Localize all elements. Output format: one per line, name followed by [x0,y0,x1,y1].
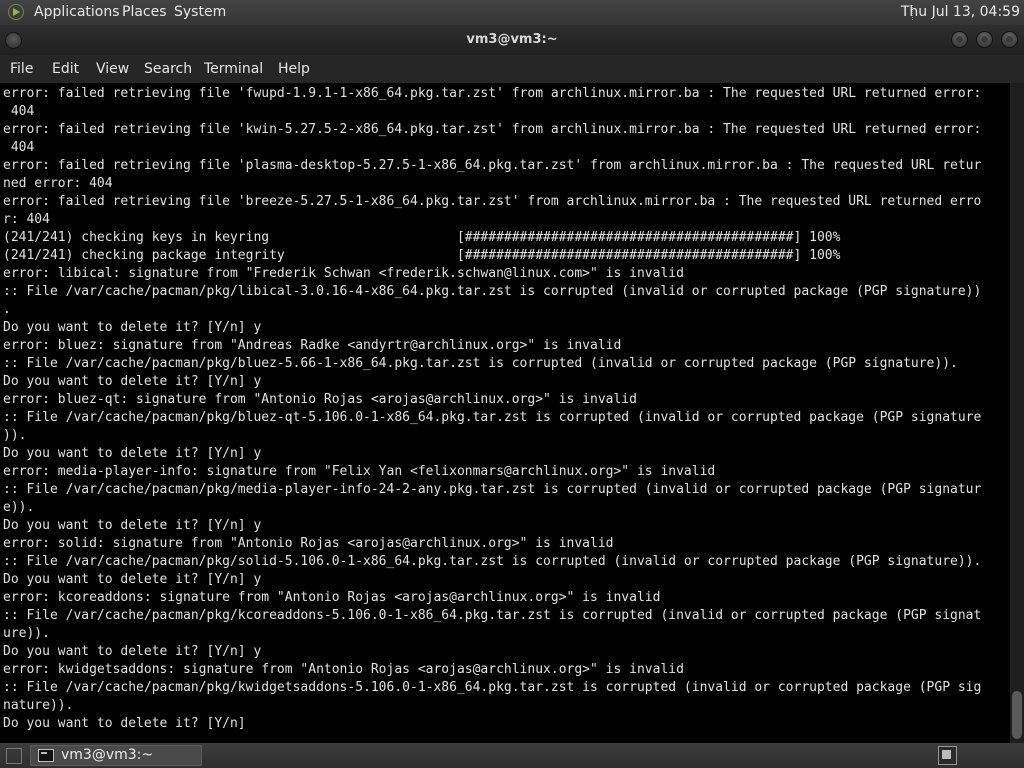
workspace-switcher-icon[interactable] [938,746,957,765]
terminal-scrollbar[interactable] [1010,83,1024,743]
bottom-panel: vm3@vm3:~ [0,743,1024,768]
top-panel: Applications Places System Thu Jul 13, 0… [0,0,1024,25]
menu-help[interactable]: Help [278,55,310,83]
window-title: vm3@vm3:~ [466,32,558,47]
terminal-output[interactable]: error: failed retrieving file 'fwupd-1.9… [3,85,981,733]
taskbar-window-label: vm3@vm3:~ [61,747,154,763]
terminal-icon [38,749,54,762]
applications-menu[interactable]: Applications [34,0,120,25]
menu-view[interactable]: View [96,55,129,83]
show-desktop-icon[interactable] [6,748,22,764]
taskbar-window-button[interactable]: vm3@vm3:~ [30,745,202,766]
menu-search[interactable]: Search [144,55,192,83]
menu-terminal[interactable]: Terminal [204,55,263,83]
gnome-foot-icon[interactable] [8,4,24,20]
places-menu[interactable]: Places [122,0,167,25]
menu-file[interactable]: File [10,55,33,83]
scrollbar-thumb[interactable] [1012,691,1022,739]
maximize-button[interactable] [976,31,993,48]
window-titlebar[interactable]: vm3@vm3:~ [0,25,1024,55]
close-button[interactable] [1001,31,1018,48]
minimize-button[interactable] [951,31,968,48]
terminal-area[interactable]: error: failed retrieving file 'fwupd-1.9… [0,83,1010,743]
clock[interactable]: Thu Jul 13, 04:59 [901,0,1020,25]
terminal-menubar: File Edit View Search Terminal Help [0,55,1024,83]
system-menu[interactable]: System [174,0,226,25]
menu-edit[interactable]: Edit [52,55,79,83]
